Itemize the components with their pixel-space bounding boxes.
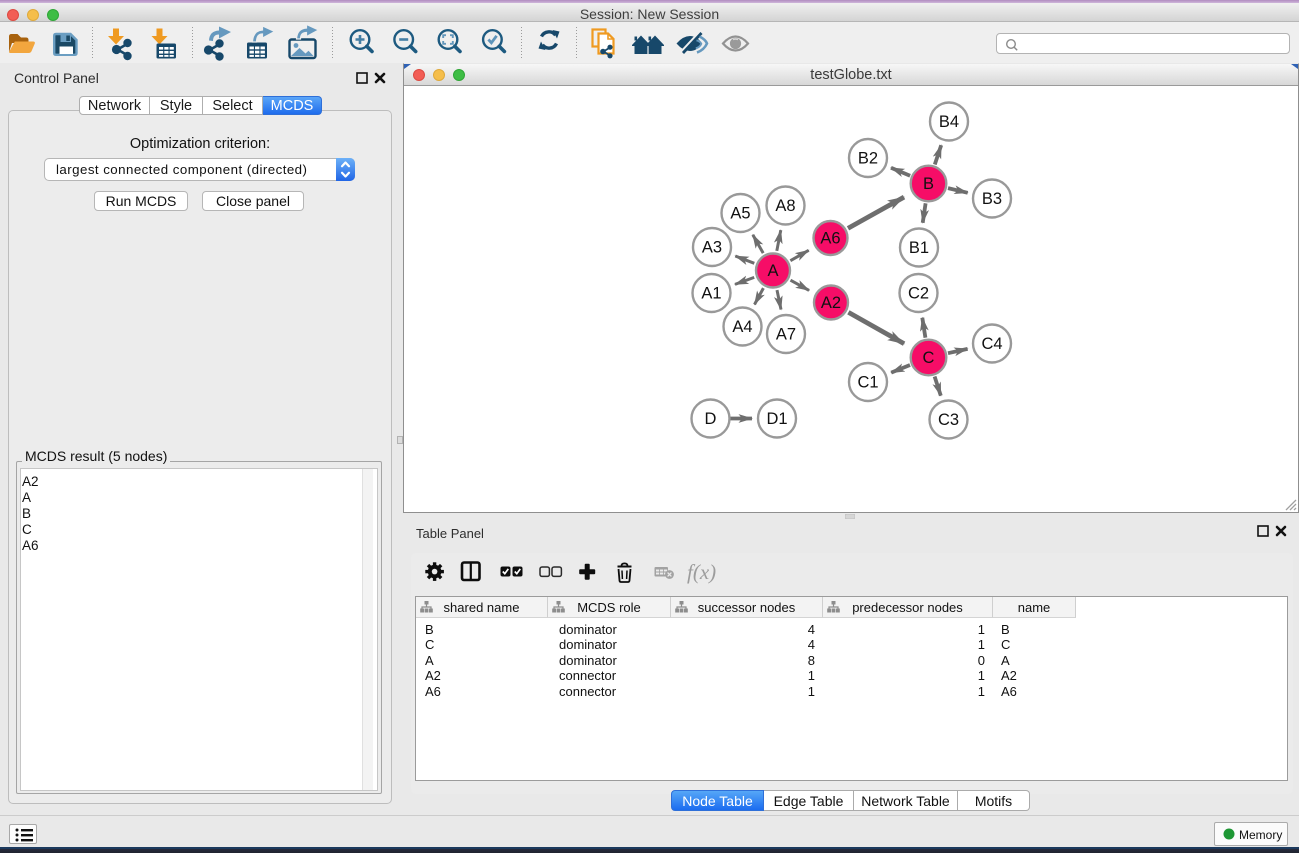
svg-text:A4: A4 (732, 318, 752, 336)
svg-text:C4: C4 (981, 335, 1002, 353)
svg-text:C2: C2 (908, 285, 929, 303)
svg-text:B: B (923, 175, 934, 193)
svg-text:A8: A8 (775, 197, 795, 215)
svg-text:A3: A3 (702, 239, 722, 257)
svg-text:B1: B1 (909, 239, 929, 257)
svg-text:C1: C1 (857, 374, 878, 392)
svg-text:A7: A7 (776, 326, 796, 344)
svg-text:B4: B4 (939, 113, 959, 131)
svg-text:A5: A5 (730, 205, 750, 223)
svg-text:A: A (767, 262, 778, 280)
svg-text:A2: A2 (821, 294, 841, 312)
svg-text:B2: B2 (858, 150, 878, 168)
svg-text:C: C (923, 349, 935, 367)
svg-text:A6: A6 (820, 230, 840, 248)
svg-text:A1: A1 (701, 285, 721, 303)
svg-text:C3: C3 (938, 411, 959, 429)
svg-text:B3: B3 (982, 190, 1002, 208)
svg-text:D: D (705, 410, 717, 428)
svg-text:f(x): f(x) (687, 560, 716, 584)
svg-text:D1: D1 (766, 410, 787, 428)
